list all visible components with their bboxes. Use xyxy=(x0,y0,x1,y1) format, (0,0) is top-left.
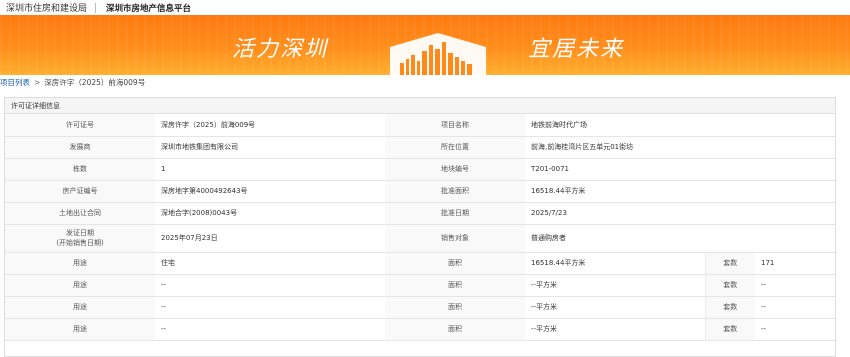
breadcrumb-current: 深房许字（2025）前海009号 xyxy=(44,77,146,87)
usage-label: 用途 xyxy=(5,296,155,319)
units-label: 套数 xyxy=(704,318,755,341)
approved-area-value: 16518.44平方米 xyxy=(525,180,836,203)
developer-label: 发展商 xyxy=(5,136,155,159)
developer-value: 深圳市地铁集团有限公司 xyxy=(155,136,385,159)
license-no-value: 深房许字（2025）前海009号 xyxy=(155,114,385,137)
banner-slogan-left: 活力深圳 xyxy=(232,37,329,62)
table-row: 房产证编号 深房地字第4000492643号 批准面积 16518.44平方米 xyxy=(5,180,836,203)
usage-value: -- xyxy=(155,318,385,341)
table-row: 土地出让合同 深地合字(2008)0043号 批准日期 2025/7/23 xyxy=(5,202,836,225)
land-contract-value: 深地合字(2008)0043号 xyxy=(155,202,385,225)
table-row: 栋数 1 地块编号 T201-0071 xyxy=(5,158,836,181)
area-value: --平方米 xyxy=(525,318,705,341)
breadcrumb-separator: > xyxy=(34,77,41,87)
city-skyline-icon xyxy=(390,33,486,75)
breadcrumb: 项目列表 > 深房许字（2025）前海009号 xyxy=(0,75,850,89)
usage-label: 用途 xyxy=(5,252,155,275)
area-label: 面积 xyxy=(385,296,525,319)
area-value: --平方米 xyxy=(525,296,705,319)
location-value: 前海,前海桂湾片区五单元01街坊 xyxy=(525,136,836,159)
building-count-label: 栋数 xyxy=(5,158,155,181)
usage-row: 用途 -- 面积 --平方米 套数 -- xyxy=(5,274,836,297)
issue-date-label-line2: (开始销售日期) xyxy=(56,239,104,247)
usage-value: -- xyxy=(155,296,385,319)
header-divider xyxy=(95,2,97,13)
usage-value: 住宅 xyxy=(155,252,385,275)
issue-date-label: 发证日期 (开始销售日期) xyxy=(5,224,155,253)
units-value: 171 xyxy=(755,252,836,275)
platform-name[interactable]: 深圳市房地产信息平台 xyxy=(106,2,191,14)
sales-target-value: 普通购房者 xyxy=(525,224,836,253)
table-row: 许可证号 深房许字（2025）前海009号 项目名称 地铁前海时代广场 xyxy=(5,114,836,137)
sales-target-label: 销售对象 xyxy=(385,224,525,253)
top-bar: 深圳市住房和建设局 深圳市房地产信息平台 xyxy=(0,0,850,15)
license-detail-table: 许可证号 深房许字（2025）前海009号 项目名称 地铁前海时代广场 发展商 … xyxy=(5,114,836,341)
approval-date-value: 2025/7/23 xyxy=(525,202,836,225)
table-row: 发证日期 (开始销售日期) 2025年07月23日 销售对象 普通购房者 xyxy=(5,224,836,253)
approval-date-label: 批准日期 xyxy=(385,202,525,225)
breadcrumb-project-list-link[interactable]: 项目列表 xyxy=(0,77,30,88)
usage-row: 用途 住宅 面积 16518.44平方米 套数 171 xyxy=(5,252,836,275)
units-value: -- xyxy=(755,318,836,341)
usage-label: 用途 xyxy=(5,274,155,297)
license-no-label: 许可证号 xyxy=(5,114,155,137)
property-cert-value: 深房地字第4000492643号 xyxy=(155,180,385,203)
usage-value: -- xyxy=(155,274,385,297)
usage-row: 用途 -- 面积 --平方米 套数 -- xyxy=(5,318,836,341)
area-value: --平方米 xyxy=(525,274,705,297)
site-name[interactable]: 深圳市住房和建设局 xyxy=(6,1,87,14)
table-row: 发展商 深圳市地铁集团有限公司 所在位置 前海,前海桂湾片区五单元01街坊 xyxy=(5,136,836,159)
area-label: 面积 xyxy=(385,274,525,297)
units-label: 套数 xyxy=(704,252,755,275)
banner: 活力深圳 宜居未来 xyxy=(0,15,850,75)
project-name-label: 项目名称 xyxy=(385,114,525,137)
project-name-value: 地铁前海时代广场 xyxy=(525,114,836,137)
building-count-value: 1 xyxy=(155,158,385,181)
property-cert-label: 房产证编号 xyxy=(5,180,155,203)
units-label: 套数 xyxy=(704,296,755,319)
issue-date-value: 2025年07月23日 xyxy=(155,224,385,253)
usage-row: 用途 -- 面积 --平方米 套数 -- xyxy=(5,296,836,319)
usage-label: 用途 xyxy=(5,318,155,341)
units-value: -- xyxy=(755,296,836,319)
area-label: 面积 xyxy=(385,318,525,341)
license-detail-panel: 许可证详细信息 许可证号 深房许字（2025）前海009号 项目名称 地铁前海时… xyxy=(4,97,836,357)
approved-area-label: 批准面积 xyxy=(385,180,525,203)
units-label: 套数 xyxy=(704,274,755,297)
plot-no-value: T201-0071 xyxy=(525,158,836,181)
units-value: -- xyxy=(755,274,836,297)
issue-date-label-line1: 发证日期 xyxy=(66,229,94,237)
area-value: 16518.44平方米 xyxy=(525,252,705,275)
location-label: 所在位置 xyxy=(385,136,525,159)
area-label: 面积 xyxy=(385,252,525,275)
plot-no-label: 地块编号 xyxy=(385,158,525,181)
banner-slogan-right: 宜居未来 xyxy=(528,37,625,62)
panel-title: 许可证详细信息 xyxy=(5,98,835,114)
land-contract-label: 土地出让合同 xyxy=(5,202,155,225)
